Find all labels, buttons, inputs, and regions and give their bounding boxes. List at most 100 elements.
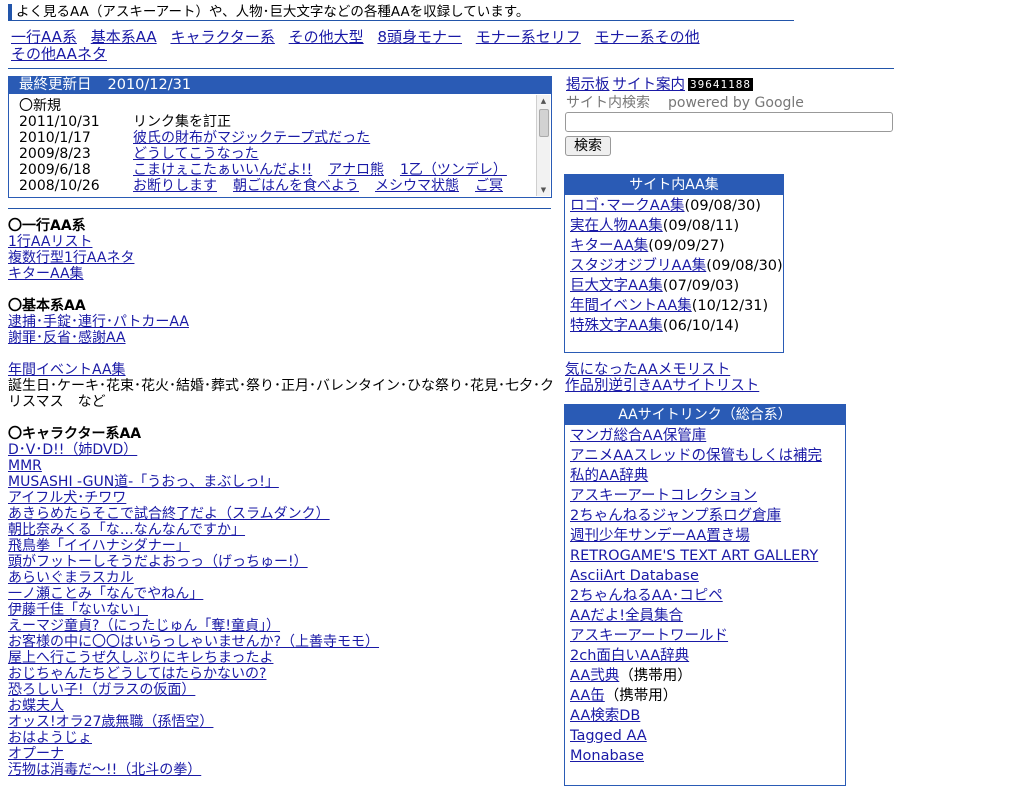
section-title: 〇キャラクター系AA: [8, 426, 142, 442]
category-nav: 一行AA系 基本系AA キャラクター系 その他大型 8頭身モナー モナー系セリフ…: [11, 29, 791, 63]
memo-list-link[interactable]: 気になったAAメモリスト: [565, 362, 759, 378]
character-aa-link[interactable]: お客様の中に〇〇はいらっしゃいませんか?（上善寺モモ）: [8, 634, 558, 650]
nav-link[interactable]: 基本系AA: [91, 28, 157, 46]
aa-site-link[interactable]: AsciiArt Database: [570, 568, 699, 584]
section-event: 年間イベントAA集 誕生日･ケーキ･花束･花火･結婚･葬式･祭り･正月･バレンタ…: [8, 362, 558, 410]
last-updated-label: 最終更新日: [19, 77, 92, 93]
site-aa-link[interactable]: 実在人物AA集: [570, 218, 663, 234]
character-aa-link[interactable]: 一ノ瀬ことみ「なんでやねん」: [8, 586, 558, 602]
aa-site-item: Tagged AA: [570, 726, 845, 746]
update-row: 2009/8/23 どうしてこうなった: [19, 146, 533, 162]
site-aa-link[interactable]: キターAA集: [570, 238, 648, 254]
aa-site-link[interactable]: AA缶: [570, 688, 605, 704]
character-aa-link[interactable]: オプーナ: [8, 746, 558, 762]
update-link[interactable]: ご冥: [475, 178, 503, 194]
update-date: 2009/6/18: [19, 162, 91, 178]
section-character: 〇キャラクター系AA D･V･D!!（姉DVD） MMR MUSASHI -GUN道…: [8, 426, 558, 778]
aa-site-link[interactable]: Tagged AA: [570, 728, 647, 744]
character-aa-link[interactable]: MUSASHI -GUN道-「うおっ、まぶしっ!」: [8, 474, 558, 490]
aa-site-link[interactable]: AAだよ!全員集合: [570, 608, 683, 624]
character-aa-link[interactable]: 飛鳥拳「イイハナシダナー」: [8, 538, 558, 554]
nav-link[interactable]: 一行AA系: [11, 28, 77, 46]
site-aa-link[interactable]: ロゴ･マークAA集: [570, 198, 685, 214]
aa-site-link[interactable]: RETROGAME'S TEXT ART GALLERY: [570, 548, 818, 564]
aa-site-link[interactable]: アスキーアートコレクション: [570, 488, 757, 504]
site-aa-link[interactable]: 巨大文字AA集: [570, 278, 663, 294]
nav-link[interactable]: モナー系その他: [595, 28, 700, 46]
main-content: 〇一行AA系 1行AAリスト 複数行型1行AAネタ キターAA集 〇基本系AA 逮捕…: [8, 218, 558, 794]
character-aa-link[interactable]: 頭がフットーしそうだよおっっ（げっちゅー!）: [8, 554, 558, 570]
site-aa-item: 巨大文字AA集(07/09/03): [570, 276, 783, 296]
character-aa-link[interactable]: 屋上へ行こうぜ久しぶりにキレちまったよ: [8, 650, 558, 666]
character-aa-link[interactable]: MMR: [8, 458, 558, 474]
basic-aa-link[interactable]: 謝罪･反省･感謝AA: [8, 330, 558, 346]
update-link[interactable]: メシウマ状態: [375, 178, 459, 194]
aa-site-link[interactable]: アスキーアートワールド: [570, 628, 728, 644]
aa-site-link[interactable]: AA検索DB: [570, 708, 640, 724]
site-aa-link[interactable]: スタジオジブリAA集: [570, 258, 706, 274]
character-aa-link[interactable]: 伊藤千佳「ないない」: [8, 602, 558, 618]
character-aa-link[interactable]: 朝比奈みくる「な…なんなんですか」: [8, 522, 558, 538]
update-link[interactable]: 彼氏の財布がマジックテープ式だった: [133, 130, 370, 146]
character-aa-link[interactable]: おはようじょ: [8, 730, 558, 746]
aa-site-link[interactable]: アニメAAスレッドの保管もしくは補完: [570, 448, 822, 464]
character-aa-link[interactable]: あらいぐまラスカル: [8, 570, 558, 586]
site-aa-link[interactable]: 年間イベントAA集: [570, 298, 692, 314]
update-box[interactable]: 最終更新日 2010/12/31 〇新規 2011/10/31 リンク集を訂正 201…: [8, 76, 552, 198]
update-link[interactable]: アナロ熊: [328, 162, 384, 178]
character-aa-link[interactable]: D･V･D!!（姉DVD）: [8, 442, 558, 458]
update-link[interactable]: どうしてこうなった: [133, 146, 259, 162]
nav-link[interactable]: キャラクター系: [170, 28, 274, 46]
nav-link[interactable]: その他AAネタ: [11, 45, 107, 63]
update-link[interactable]: 1乙（ツンデレ）: [400, 162, 507, 178]
basic-aa-link[interactable]: 逮捕･手錠･連行･パトカーAA: [8, 314, 558, 330]
character-aa-link[interactable]: お蝶夫人: [8, 698, 558, 714]
top-links: 掲示板 サイト案内 39641188: [566, 77, 753, 94]
site-search-label: サイト内検索: [566, 95, 650, 111]
update-link[interactable]: こまけぇこたぁいいんだよ!!: [133, 162, 312, 178]
aa-site-link[interactable]: 週刊少年サンデーAA置き場: [570, 528, 750, 544]
search-label: サイト内検索 powered by Google: [566, 95, 804, 111]
character-aa-link[interactable]: 恐ろしい子!（ガラスの仮面）: [8, 682, 558, 698]
aa-site-item: 週刊少年サンデーAA置き場: [570, 526, 845, 546]
one-line-aa-link[interactable]: キターAA集: [8, 266, 558, 282]
scroll-thumb[interactable]: [539, 109, 549, 137]
aa-site-item: 2ちゃんねるジャンプ系ログ倉庫: [570, 506, 845, 526]
update-link[interactable]: お断りします: [133, 178, 217, 194]
aa-site-item: 私的AA辞典: [570, 466, 845, 486]
aa-site-link[interactable]: 2ちゃんねるジャンプ系ログ倉庫: [570, 508, 781, 524]
aa-site-link[interactable]: AA弐典: [570, 668, 619, 684]
character-aa-link[interactable]: オッス!オラ27歳無職（孫悟空）: [8, 714, 558, 730]
search-button[interactable]: 検索: [565, 136, 611, 156]
aa-site-link[interactable]: 2ch面白いAA辞典: [570, 648, 689, 664]
character-aa-link[interactable]: 汚物は消毒だ～!!（北斗の拳）: [8, 762, 558, 778]
aa-site-link[interactable]: 2ちゃんねるAA･コピペ: [570, 588, 723, 604]
character-aa-link[interactable]: おじちゃんたちどうしてはたらかないの?: [8, 666, 558, 682]
site-aa-item: キターAA集(09/09/27): [570, 236, 783, 256]
bbs-link[interactable]: 掲示板: [566, 77, 610, 93]
nav-link[interactable]: 8頭身モナー: [377, 28, 462, 46]
character-aa-link[interactable]: アイフル犬･チワワ: [8, 490, 558, 506]
aa-site-note: （携帯用）: [604, 688, 678, 704]
one-line-aa-link[interactable]: 1行AAリスト: [8, 234, 558, 250]
nav-link[interactable]: その他大型: [289, 28, 364, 46]
aa-site-link[interactable]: マンガ総合AA保管庫: [570, 428, 706, 444]
scroll-down-icon[interactable]: ▼: [537, 185, 550, 195]
site-guide-link[interactable]: サイト案内: [613, 77, 686, 93]
one-line-aa-link[interactable]: 複数行型1行AAネタ: [8, 250, 558, 266]
character-aa-link[interactable]: あきらめたらそこで試合終了だよ（スラムダンク）: [8, 506, 558, 522]
update-text: リンク集を訂正: [133, 114, 231, 130]
aa-site-link[interactable]: Monabase: [570, 748, 644, 764]
aa-site-item: 2ちゃんねるAA･コピペ: [570, 586, 845, 606]
aa-site-link[interactable]: 私的AA辞典: [570, 468, 648, 484]
character-aa-link[interactable]: えーマジ童貞?（にったじゅん「奪!童貞」）: [8, 618, 558, 634]
search-input[interactable]: [565, 112, 893, 132]
site-aa-link[interactable]: 特殊文字AA集: [570, 318, 663, 334]
event-aa-link[interactable]: 年間イベントAA集: [8, 362, 558, 378]
nav-link[interactable]: モナー系セリフ: [476, 28, 581, 46]
scroll-up-icon[interactable]: ▲: [537, 96, 550, 106]
update-scrollbar[interactable]: ▲ ▼: [536, 95, 550, 196]
section-title: 〇一行AA系: [8, 218, 86, 234]
update-link[interactable]: 朝ごはんを食べよう: [233, 178, 359, 194]
reverse-lookup-link[interactable]: 作品別逆引きAAサイトリスト: [565, 378, 759, 394]
